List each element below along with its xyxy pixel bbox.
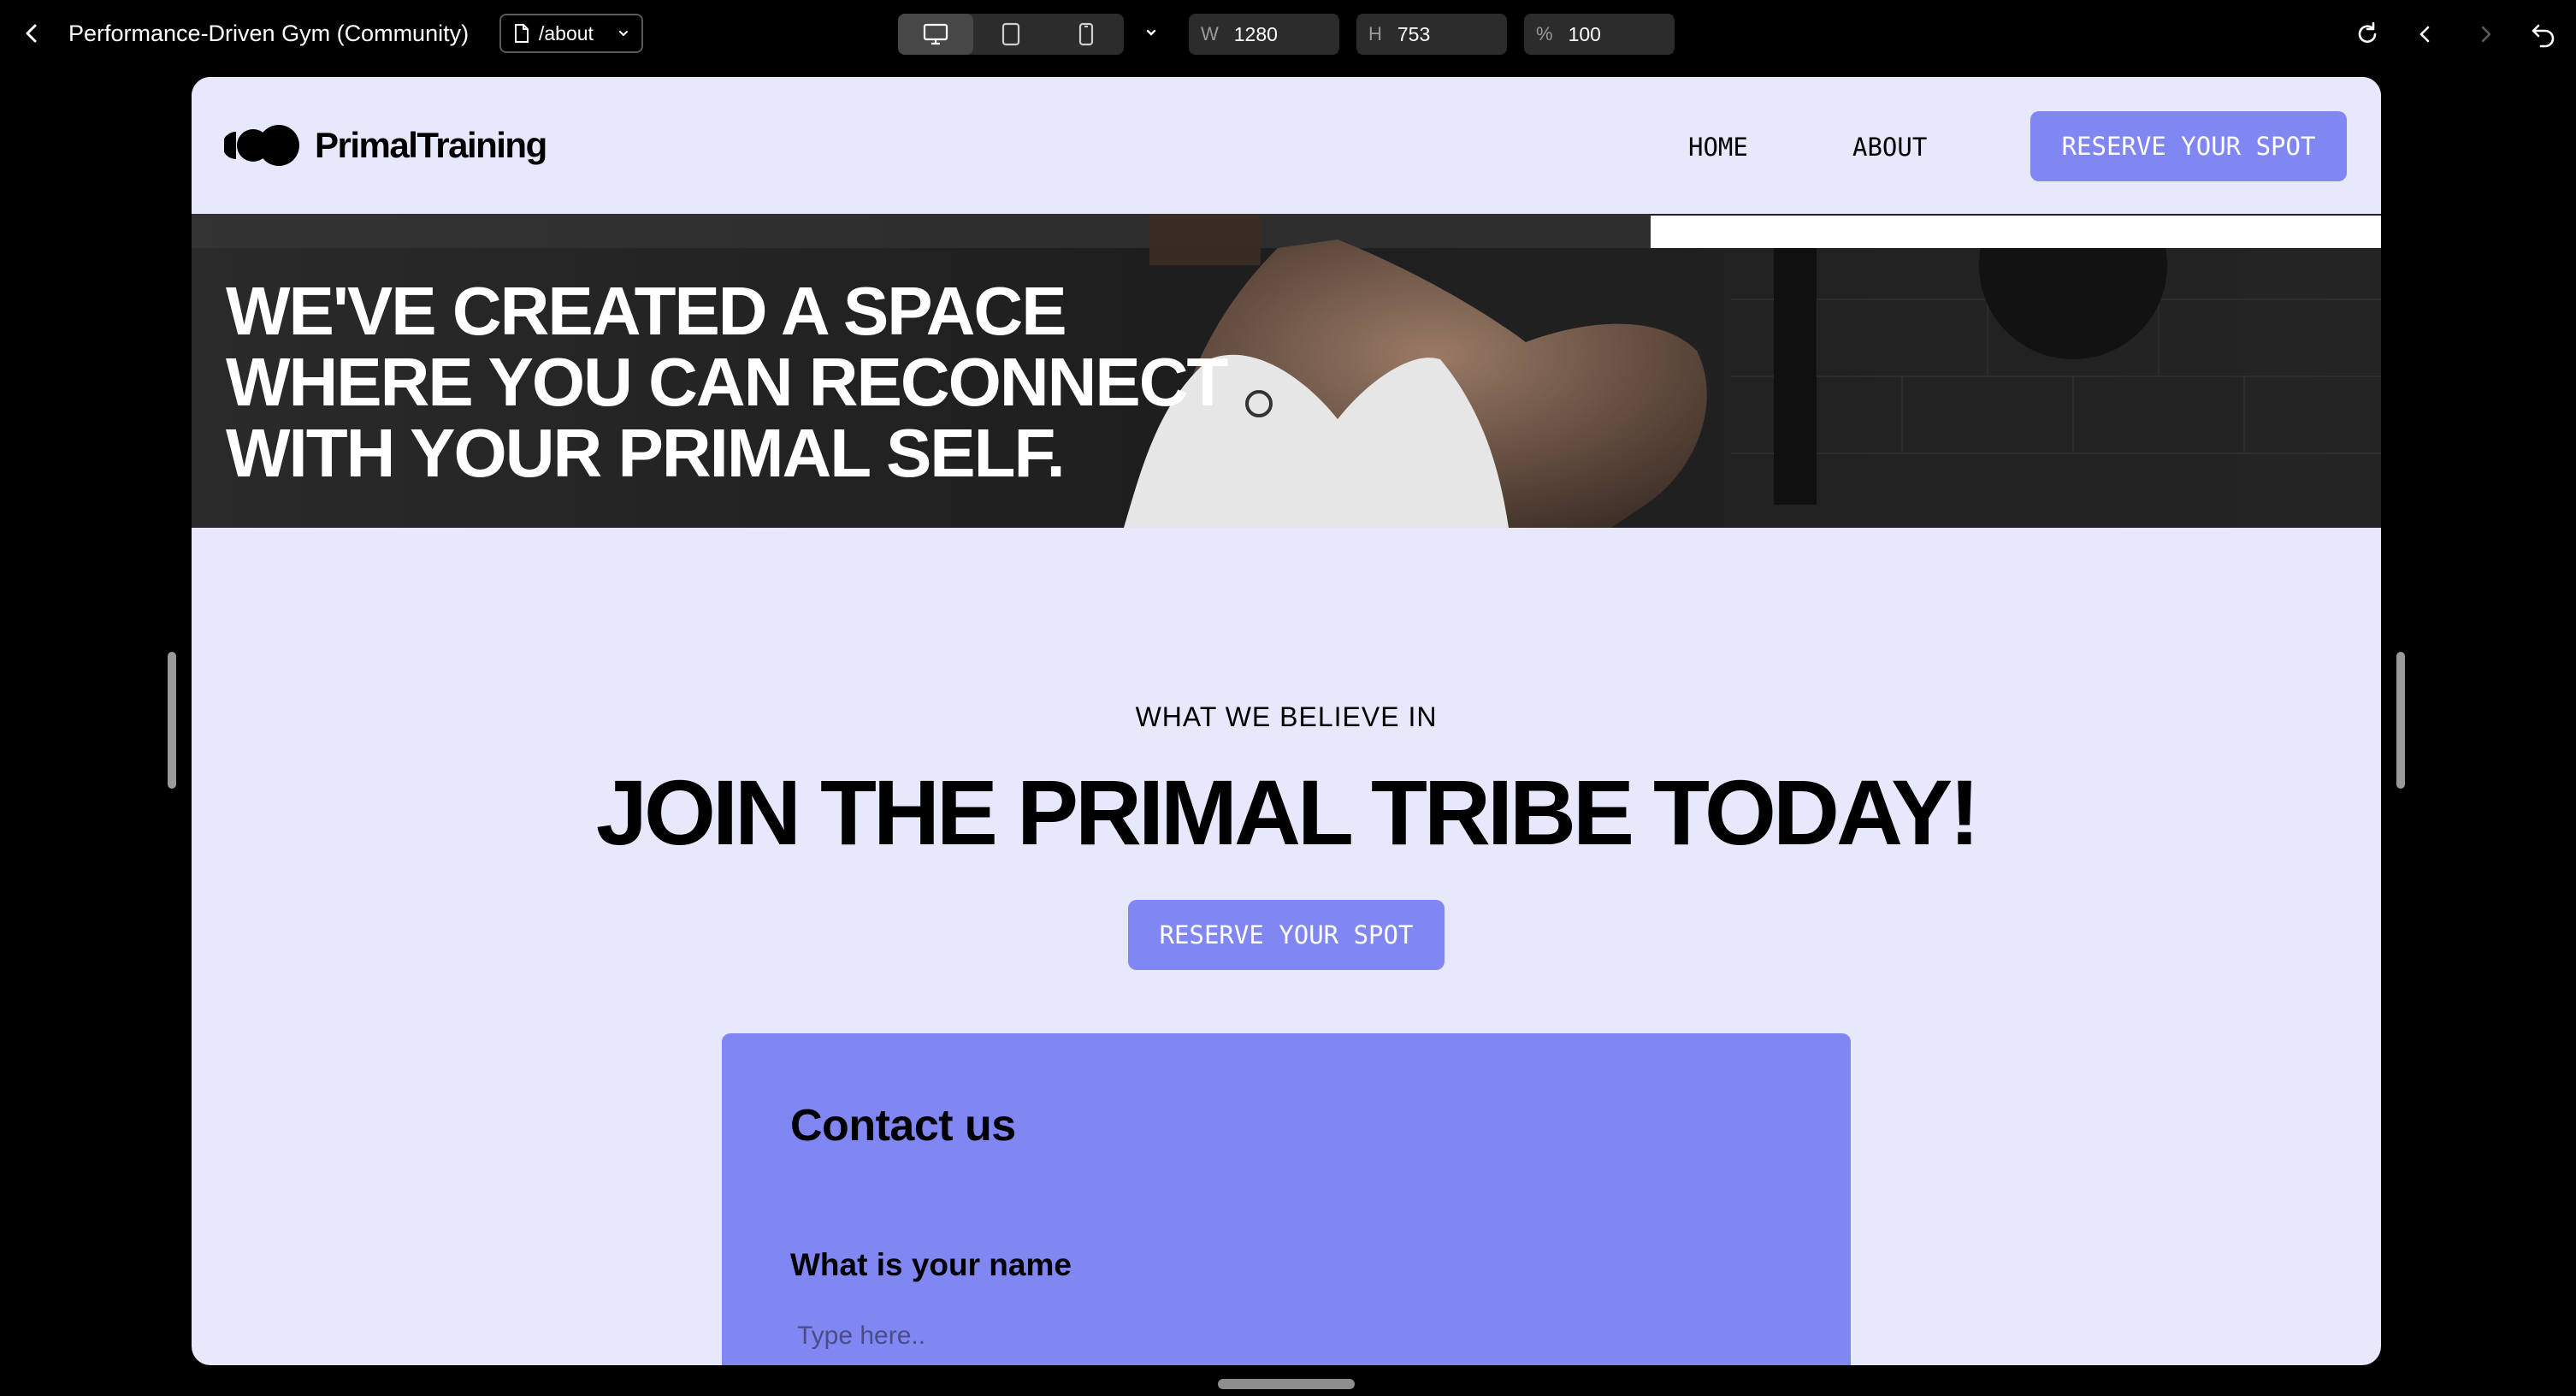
hero-line-2: WHERE YOU CAN RECONNECT bbox=[226, 344, 1228, 420]
hero-headline: WE'VE CREATED A SPACE WHERE YOU CAN RECO… bbox=[226, 275, 1252, 488]
project-title: Performance-Driven Gym (Community) bbox=[68, 21, 470, 46]
brand-logo-icon bbox=[224, 125, 299, 166]
width-value: 1280 bbox=[1233, 22, 1278, 45]
reserve-spot-button[interactable]: RESERVE YOUR SPOT bbox=[1128, 900, 1445, 970]
contact-title: Contact us bbox=[790, 1101, 1016, 1151]
phone-view-button[interactable] bbox=[1049, 14, 1124, 55]
site-preview: PrimalTraining HOME ABOUT RESERVE YOUR S… bbox=[192, 77, 2381, 1365]
height-label: H bbox=[1368, 23, 1382, 44]
page-icon bbox=[515, 24, 529, 43]
back-chevron-icon[interactable] bbox=[17, 19, 46, 48]
width-label: W bbox=[1201, 23, 1219, 44]
section-eyebrow: WHAT WE BELIEVE IN bbox=[1135, 701, 1438, 732]
hero-line-1: WE'VE CREATED A SPACE bbox=[226, 273, 1067, 349]
history-forward-icon[interactable] bbox=[2470, 19, 2501, 50]
nav-reserve-button[interactable]: RESERVE YOUR SPOT bbox=[2030, 111, 2347, 181]
hero-line-3: WITH YOUR PRIMAL SELF. bbox=[226, 415, 1066, 491]
tablet-view-button[interactable] bbox=[973, 14, 1049, 55]
phone-icon bbox=[1078, 22, 1094, 46]
desktop-view-button[interactable] bbox=[898, 14, 973, 55]
zoom-label: % bbox=[1536, 23, 1553, 44]
tablet-icon bbox=[1001, 22, 1020, 46]
undo-icon[interactable] bbox=[2528, 19, 2559, 50]
chevron-down-icon[interactable] bbox=[1139, 21, 1163, 44]
width-field[interactable]: W 1280 bbox=[1189, 14, 1339, 55]
home-indicator bbox=[1218, 1379, 1355, 1389]
hero-banner: WE'VE CREATED A SPACE WHERE YOU CAN RECO… bbox=[192, 214, 2381, 528]
editor-toolbar: Performance-Driven Gym (Community) /abou… bbox=[0, 0, 2576, 68]
zoom-field[interactable]: % 100 bbox=[1524, 14, 1675, 55]
chevron-down-icon bbox=[619, 31, 628, 37]
nav-link-about[interactable]: ABOUT bbox=[1852, 130, 1927, 164]
page-path-label: /about bbox=[539, 21, 594, 44]
device-switcher bbox=[898, 14, 1124, 55]
contact-form: Contact us What is your name bbox=[722, 1033, 1851, 1365]
brand-name[interactable]: PrimalTraining bbox=[315, 121, 547, 169]
left-resize-handle[interactable] bbox=[168, 652, 176, 789]
height-value: 753 bbox=[1397, 22, 1431, 45]
height-field[interactable]: H 753 bbox=[1356, 14, 1507, 55]
name-input[interactable] bbox=[790, 1312, 1796, 1360]
zoom-value: 100 bbox=[1568, 22, 1601, 45]
reload-icon[interactable] bbox=[2352, 19, 2383, 50]
right-resize-handle[interactable] bbox=[2396, 652, 2405, 789]
name-field-label: What is your name bbox=[790, 1247, 1072, 1282]
history-back-icon[interactable] bbox=[2410, 19, 2441, 50]
section-headline: JOIN THE PRIMAL TRIBE TODAY! bbox=[595, 760, 1980, 864]
desktop-icon bbox=[923, 23, 948, 45]
site-navbar: PrimalTraining HOME ABOUT RESERVE YOUR S… bbox=[192, 77, 2381, 214]
hero-notch bbox=[1651, 214, 2381, 248]
page-path-select[interactable]: /about bbox=[499, 14, 643, 53]
nav-link-home[interactable]: HOME bbox=[1688, 130, 1748, 164]
